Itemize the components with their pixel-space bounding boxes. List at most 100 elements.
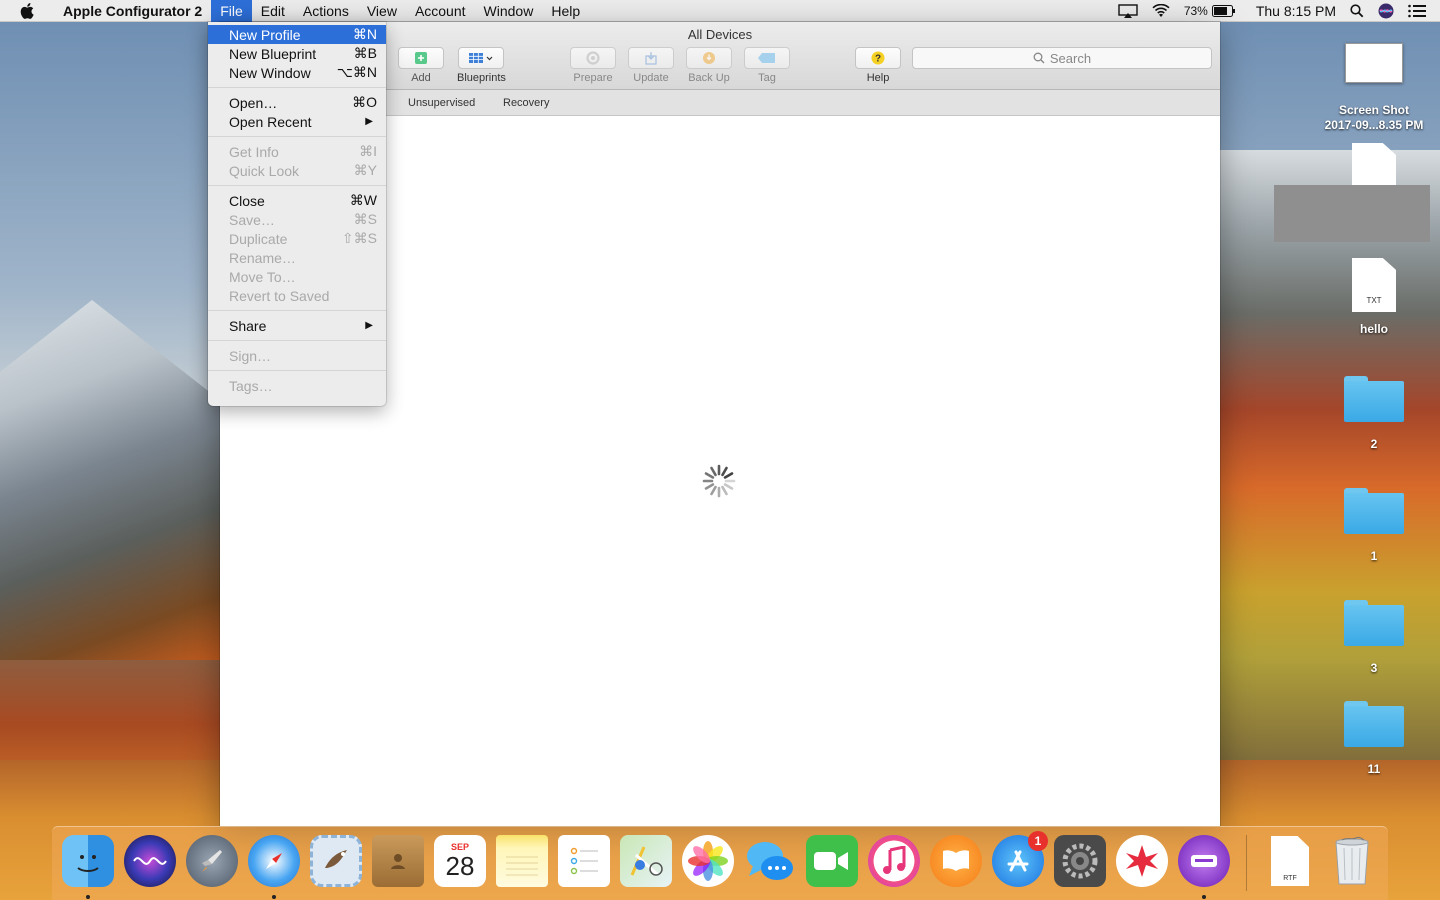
search-icon [1033, 52, 1045, 64]
trash-icon[interactable] [1326, 835, 1378, 887]
safari-icon[interactable] [248, 835, 300, 887]
spinner-spoke [710, 466, 717, 477]
search-field[interactable]: Search [912, 47, 1212, 69]
menu-help[interactable]: Help [542, 0, 589, 22]
apple-configurator-icon[interactable] [1178, 835, 1230, 887]
submenu-arrow-icon: ▶ [365, 320, 373, 331]
menu-item-label: Rename… [229, 249, 296, 266]
menu-window[interactable]: Window [475, 0, 543, 22]
prepare-label: Prepare [573, 72, 613, 84]
desktop-folder-3[interactable]: 3 [1319, 600, 1429, 676]
calendar-day: 28 [445, 851, 475, 881]
calendar-icon[interactable]: SEP 28 [434, 835, 486, 887]
tab-unsupervised[interactable]: Unsupervised [408, 97, 475, 109]
file-menu-tags[interactable]: Tags… [208, 376, 386, 395]
spinner-spoke [710, 485, 717, 496]
reminders-icon[interactable] [558, 835, 610, 887]
airplay-icon[interactable] [1118, 4, 1138, 18]
folder-icon [1344, 600, 1404, 646]
file-menu-rename[interactable]: Rename… [208, 248, 386, 267]
running-indicator [86, 895, 90, 899]
spinner-spoke [704, 472, 715, 479]
file-menu-duplicate[interactable]: Duplicate ⇧⌘S [208, 229, 386, 248]
siri-icon[interactable] [1378, 3, 1394, 19]
menu-shortcut: ⌘O [352, 94, 377, 110]
file-menu-move-to[interactable]: Move To… [208, 267, 386, 286]
maps-icon[interactable] [620, 835, 672, 887]
notification-center-icon[interactable] [1408, 4, 1426, 18]
file-menu-share[interactable]: Share ▶ [208, 316, 386, 335]
menu-separator [208, 185, 386, 186]
itunes-icon[interactable] [868, 835, 920, 887]
menu-shortcut: ⌘N [352, 26, 377, 42]
messages-icon[interactable] [744, 835, 796, 887]
file-menu-open[interactable]: Open… ⌘O [208, 93, 386, 112]
facetime-icon[interactable] [806, 835, 858, 887]
rtf-document-icon[interactable]: RTF [1264, 835, 1316, 887]
photos-icon[interactable] [682, 835, 734, 887]
menu-shortcut: ⌘I [359, 143, 377, 159]
spotlight-search-icon[interactable] [1350, 4, 1364, 18]
menu-file[interactable]: File [211, 0, 252, 22]
file-menu-new-window[interactable]: New Window ⌥⌘N [208, 63, 386, 82]
menu-view[interactable]: View [358, 0, 406, 22]
launchpad-icon[interactable] [186, 835, 238, 887]
svg-text:?: ? [875, 54, 881, 65]
menu-item-label: Revert to Saved [229, 287, 330, 304]
menu-account[interactable]: Account [406, 0, 475, 22]
system-preferences-icon[interactable] [1054, 835, 1106, 887]
backup-button[interactable]: Back Up [686, 47, 732, 84]
file-menu-save[interactable]: Save… ⌘S [208, 210, 386, 229]
desktop-item-label: Screen Shot [1338, 103, 1410, 117]
notes-icon[interactable] [496, 835, 548, 887]
desktop-folder-1[interactable]: 1 [1319, 488, 1429, 564]
desktop-folder-11[interactable]: 11 [1319, 701, 1429, 777]
backup-label: Back Up [688, 72, 730, 84]
desktop-folder-2[interactable]: 2 [1319, 376, 1429, 452]
menu-app-name[interactable]: Apple Configurator 2 [54, 0, 211, 22]
blueprints-label: Blueprints [457, 72, 506, 84]
file-menu-new-profile[interactable]: New Profile ⌘N [208, 25, 386, 44]
menu-item-label: New Blueprint [229, 45, 317, 62]
prepare-button[interactable]: Prepare [570, 47, 616, 84]
menu-item-label: Get Info [229, 143, 279, 160]
app-store-icon[interactable]: 1 [992, 831, 1048, 887]
file-menu-quick-look[interactable]: Quick Look ⌘Y [208, 161, 386, 180]
loading-spinner-icon [702, 464, 736, 498]
add-button[interactable]: Add [398, 47, 444, 84]
spinner-spoke [704, 483, 715, 490]
desktop-screenshot-file[interactable]: Screen Shot 2017-09...8.35 PM [1319, 43, 1429, 133]
menu-actions[interactable]: Actions [294, 0, 358, 22]
contacts-icon[interactable] [372, 835, 424, 887]
menu-item-label: New Profile [229, 26, 301, 43]
ibooks-icon[interactable] [930, 835, 982, 887]
finder-icon[interactable] [62, 835, 114, 887]
help-button[interactable]: ? Help [855, 47, 901, 84]
desktop-hello-file[interactable]: TXT hello [1319, 258, 1429, 337]
menu-shortcut: ⌘Y [353, 162, 377, 178]
file-menu-close[interactable]: Close ⌘W [208, 191, 386, 210]
tag-button[interactable]: Tag [744, 47, 790, 84]
remote-tool-icon[interactable] [1116, 835, 1168, 887]
rtf-file-icon: RTF [1271, 836, 1309, 886]
file-menu-sign[interactable]: Sign… [208, 346, 386, 365]
desktop-item-label: 3 [1370, 661, 1378, 675]
menu-shortcut: ⌘S [353, 211, 377, 227]
clock[interactable]: Thu 8:15 PM [1256, 3, 1336, 19]
siri-dock-icon[interactable] [124, 835, 176, 887]
update-button[interactable]: Update [628, 47, 674, 84]
file-menu-revert-to-saved[interactable]: Revert to Saved [208, 286, 386, 305]
redacted-area [1274, 185, 1430, 242]
menu-edit[interactable]: Edit [252, 0, 294, 22]
file-menu-open-recent[interactable]: Open Recent ▶ [208, 112, 386, 131]
battery-status[interactable]: 73% [1184, 4, 1236, 18]
file-menu-get-info[interactable]: Get Info ⌘I [208, 142, 386, 161]
mail-icon[interactable] [310, 835, 362, 887]
tab-recovery[interactable]: Recovery [503, 97, 549, 109]
apple-menu-icon[interactable] [20, 2, 34, 19]
menu-shortcut: ⇧⌘S [341, 230, 377, 246]
wifi-icon[interactable] [1152, 4, 1170, 18]
file-menu-new-blueprint[interactable]: New Blueprint ⌘B [208, 44, 386, 63]
blueprints-button[interactable]: Blueprints [457, 47, 506, 84]
tag-icon [758, 53, 775, 63]
